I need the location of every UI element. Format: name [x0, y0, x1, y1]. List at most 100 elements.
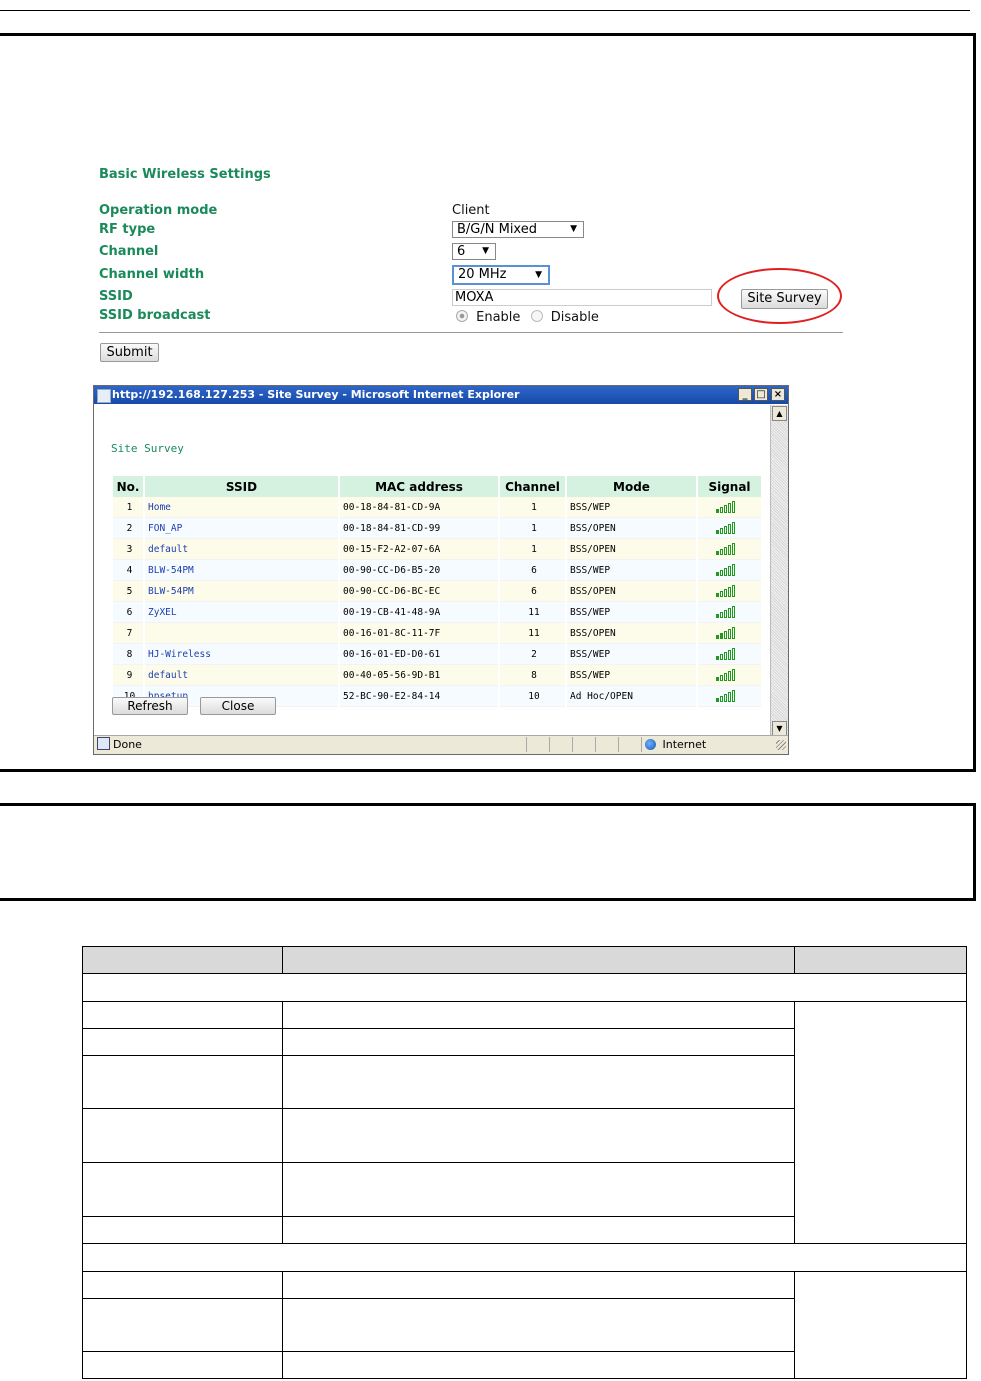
page-header-rule [0, 10, 970, 11]
ssid-cell[interactable]: default [144, 538, 340, 560]
site-survey-title: Site Survey [111, 442, 184, 455]
mode-cell: BSS/OPEN [566, 538, 698, 560]
chevron-down-icon: ▼ [482, 246, 489, 256]
no-cell: 6 [113, 601, 145, 623]
mode-cell: BSS/WEP [566, 559, 698, 581]
signal-cell [697, 622, 761, 644]
signal-bar [720, 528, 723, 534]
signal-strength-icon [716, 669, 736, 681]
zone-indicator: Internet [645, 736, 706, 754]
operation-mode-label: Operation mode [99, 203, 218, 218]
window-titlebar: http://192.168.127.253 - Site Survey - M… [94, 386, 788, 404]
mac-cell: 00-15-F2-A2-07-6A [339, 538, 500, 560]
chevron-down-icon: ▼ [535, 270, 542, 280]
table-row: 8 HJ-Wireless 00-16-01-ED-D0-61 2 BSS/WEP [113, 643, 761, 665]
close-icon[interactable]: × [771, 388, 785, 401]
signal-bar [732, 690, 735, 702]
channel-width-select[interactable]: 20 MHz ▼ [452, 265, 550, 285]
channel-cell: 1 [499, 517, 567, 539]
signal-bar [720, 612, 723, 618]
table-row [82, 1243, 967, 1272]
channel-cell: 10 [499, 685, 567, 707]
no-cell: 5 [113, 580, 145, 602]
mac-cell: 00-18-84-81-CD-9A [339, 497, 500, 518]
signal-bar [716, 551, 719, 555]
disable-radio[interactable] [530, 310, 543, 322]
signal-bar [716, 530, 719, 534]
signal-bar [732, 606, 735, 618]
signal-bar [716, 677, 719, 681]
signal-cell [697, 643, 761, 665]
scroll-up-icon[interactable]: ▲ [772, 406, 787, 421]
table-row: 2 FON_AP 00-18-84-81-CD-99 1 BSS/OPEN [113, 517, 761, 539]
resize-grip-icon[interactable] [776, 740, 786, 750]
signal-bar [716, 509, 719, 513]
col-ssid: SSID [144, 476, 340, 497]
ssid-input[interactable] [452, 289, 712, 306]
highlight-circle [717, 268, 842, 324]
signal-bar [732, 669, 735, 681]
operation-mode-value: Client [452, 203, 490, 218]
signal-bar [732, 648, 735, 660]
ssid-broadcast-label: SSID broadcast [99, 308, 211, 323]
signal-bar [728, 524, 731, 534]
refresh-button[interactable]: Refresh [112, 697, 188, 715]
channel-select[interactable]: 6 ▼ [452, 243, 496, 260]
zone-text: Internet [662, 738, 707, 751]
no-cell: 4 [113, 559, 145, 581]
rf-type-select[interactable]: B/G/N Mixed ▼ [452, 221, 584, 238]
channel-label: Channel [99, 244, 159, 259]
window-content: Site Survey No. SSID MAC address Channel… [94, 405, 770, 737]
mode-cell: BSS/WEP [566, 497, 698, 518]
ssid-cell[interactable]: BLW-54PM [144, 580, 340, 602]
signal-bar [732, 564, 735, 576]
table-row: 9 default 00-40-05-56-9D-B1 8 BSS/WEP [113, 664, 761, 686]
signal-bar [732, 627, 735, 639]
vertical-scrollbar[interactable]: ▲ ▼ [770, 405, 788, 737]
signal-bar [724, 547, 727, 555]
ssid-cell[interactable] [144, 622, 340, 644]
maximize-icon[interactable]: □ [754, 388, 768, 401]
mode-cell: BSS/OPEN [566, 517, 698, 539]
mac-cell: 00-16-01-8C-11-7F [339, 622, 500, 644]
signal-bar [732, 501, 735, 513]
ssid-cell[interactable]: default [144, 664, 340, 686]
col-mode: Mode [566, 476, 698, 497]
signal-bar [720, 633, 723, 639]
minimize-icon[interactable]: _ [738, 388, 752, 401]
signal-cell [697, 517, 761, 539]
col-channel: Channel [499, 476, 567, 497]
signal-bar [728, 692, 731, 702]
signal-bar [720, 570, 723, 576]
signal-bar [728, 566, 731, 576]
signal-strength-icon [716, 648, 736, 660]
channel-cell: 6 [499, 580, 567, 602]
channel-cell: 11 [499, 601, 567, 623]
submit-button[interactable]: Submit [100, 343, 159, 362]
ssid-cell[interactable]: ZyXEL [144, 601, 340, 623]
signal-bar [720, 507, 723, 513]
mac-cell: 52-BC-90-E2-84-14 [339, 685, 500, 707]
signal-bar [724, 589, 727, 597]
scroll-down-icon[interactable]: ▼ [772, 721, 787, 736]
ssid-cell[interactable]: FON_AP [144, 517, 340, 539]
mac-cell: 00-18-84-81-CD-99 [339, 517, 500, 539]
channel-cell: 11 [499, 622, 567, 644]
signal-bar [724, 631, 727, 639]
section-title: Basic Wireless Settings [99, 167, 271, 182]
signal-bar [720, 675, 723, 681]
close-button[interactable]: Close [200, 697, 276, 715]
ssid-cell[interactable]: Home [144, 497, 340, 518]
ssid-cell[interactable]: HJ-Wireless [144, 643, 340, 665]
table-row: 6 ZyXEL 00-19-CB-41-48-9A 11 BSS/WEP [113, 601, 761, 623]
table-row: 4 BLW-54PM 00-90-CC-D6-B5-20 6 BSS/WEP [113, 559, 761, 581]
enable-radio[interactable] [456, 310, 468, 322]
channel-width-value: 20 MHz [458, 267, 507, 282]
note-frame [0, 803, 976, 901]
signal-bar [716, 593, 719, 597]
signal-bar [728, 503, 731, 513]
mode-cell: Ad Hoc/OPEN [566, 685, 698, 707]
ssid-cell[interactable]: BLW-54PM [144, 559, 340, 581]
signal-strength-icon [716, 585, 736, 597]
signal-bar [720, 696, 723, 702]
